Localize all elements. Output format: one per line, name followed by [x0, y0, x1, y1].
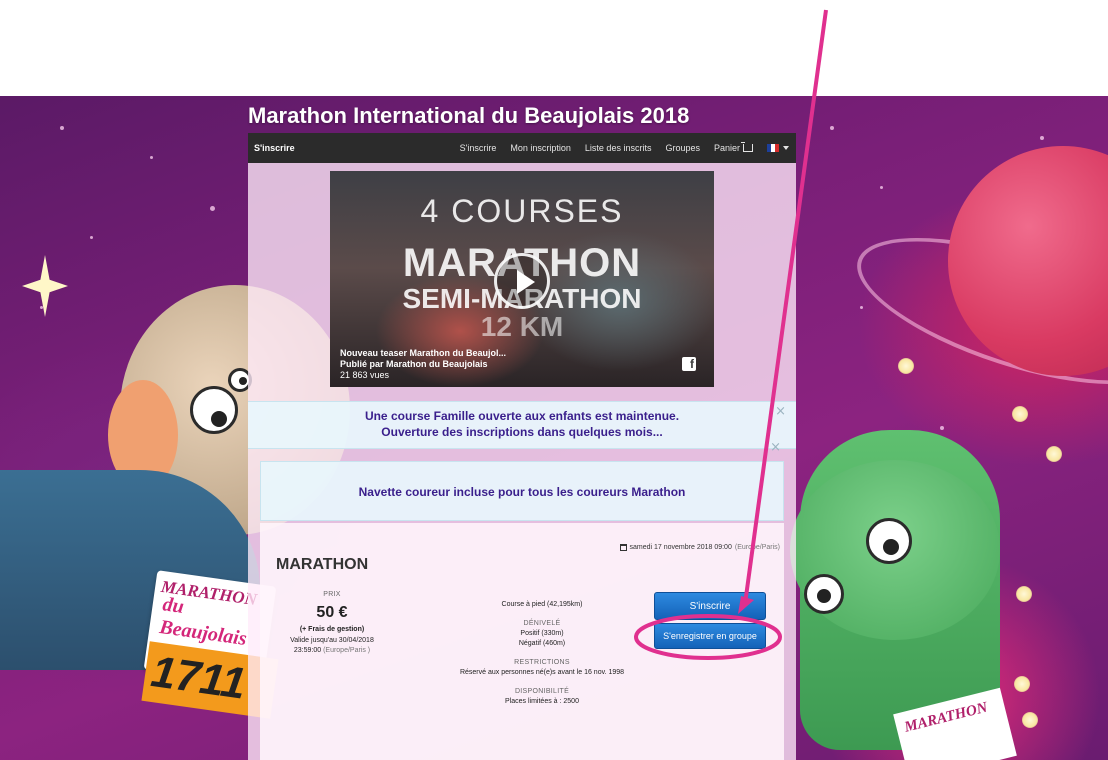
light-bulb-icon	[1012, 406, 1028, 422]
video-text-line: 12 KM	[480, 311, 564, 342]
star-icon	[830, 126, 834, 130]
star-icon	[1040, 136, 1044, 140]
light-bulb-icon	[898, 358, 914, 374]
restrictions-label: RESTRICTIONS	[514, 659, 570, 666]
video-text-line: 4 COURSES	[420, 193, 624, 229]
navbar-brand[interactable]: S'inscrire	[248, 143, 295, 153]
race-date: samedi 17 novembre 2018 09:00 (Europe/Pa…	[619, 544, 780, 551]
race-type: Course à pied (42,195km)	[501, 601, 583, 608]
alert-shuttle: Navette coureur incluse pour tous les co…	[260, 440, 784, 521]
star-icon	[40, 306, 43, 309]
play-icon[interactable]	[494, 253, 550, 309]
alert-text: Ouverture des inscriptions dans quelques…	[381, 425, 663, 439]
elevation-label: DÉNIVELÉ	[523, 620, 561, 627]
facebook-icon[interactable]: f	[682, 357, 696, 371]
main-panel: S'inscrire S'inscrire Mon inscription Li…	[248, 133, 796, 760]
availability-value: Places limitées à : 2500	[505, 698, 579, 705]
video-caption: Nouveau teaser Marathon du Beaujol... Pu…	[340, 348, 506, 381]
star-icon	[860, 306, 863, 309]
star-icon	[210, 206, 215, 211]
language-dropdown[interactable]	[760, 133, 796, 163]
restrictions-value: Réservé aux personnes né(e)s avant le 16…	[459, 669, 625, 676]
alien-left-eye	[190, 386, 238, 434]
navbar-menu: S'inscrire Mon inscription Liste des ins…	[453, 133, 796, 163]
star-icon	[90, 236, 93, 239]
price-fees: (+ Frais de gestion)	[299, 626, 365, 633]
light-bulb-icon	[1046, 446, 1062, 462]
page-title: Marathon International du Beaujolais 201…	[248, 103, 690, 128]
alien-right-eye	[804, 574, 844, 614]
elevation-positive: Positif (330m)	[520, 630, 564, 637]
video-views: 21 863 vues	[340, 370, 390, 380]
nav-item-panier-label: Panier	[713, 143, 740, 153]
nav-item-groupes[interactable]: Groupes	[658, 133, 707, 163]
alert-text: Une course Famille ouverte aux enfants e…	[364, 409, 680, 423]
price-column: PRIX 50 € (+ Frais de gestion) Valide ju…	[270, 591, 394, 656]
light-bulb-icon	[1022, 712, 1038, 728]
light-bulb-icon	[1014, 676, 1030, 692]
close-icon[interactable]: ×	[775, 404, 786, 419]
caret-down-icon	[783, 146, 789, 150]
race-title: MARATHON	[276, 556, 369, 573]
close-icon[interactable]: ×	[770, 440, 781, 455]
register-group-button[interactable]: S'enregistrer en groupe	[654, 623, 766, 649]
star-icon	[940, 426, 944, 430]
star-icon	[60, 126, 64, 130]
price-label: PRIX	[323, 591, 341, 598]
nav-item-sinscrire[interactable]: S'inscrire	[453, 133, 504, 163]
video-title[interactable]: Nouveau teaser Marathon du Beaujol...	[340, 348, 506, 358]
cart-icon	[741, 142, 753, 152]
nav-item-mon-inscription[interactable]: Mon inscription	[503, 133, 578, 163]
sparkle-icon	[22, 255, 68, 317]
calendar-icon	[619, 544, 627, 551]
nav-item-panier[interactable]: Panier	[707, 133, 760, 163]
navbar: S'inscrire S'inscrire Mon inscription Li…	[248, 133, 796, 163]
flag-fr-icon	[767, 144, 779, 152]
race-card: samedi 17 novembre 2018 09:00 (Europe/Pa…	[260, 523, 784, 760]
star-icon	[150, 156, 153, 159]
video-author[interactable]: Publié par Marathon du Beaujolais	[340, 359, 488, 369]
register-button[interactable]: S'inscrire	[654, 592, 766, 620]
alert-family-race: Une course Famille ouverte aux enfants e…	[248, 401, 796, 449]
elevation-negative: Négatif (460m)	[518, 640, 566, 647]
availability-label: DISPONIBILITÉ	[514, 688, 570, 695]
price-validity: Valide jusqu'au 30/04/2018 23:59:00 (Eur…	[290, 637, 374, 654]
price-value: 50 €	[316, 604, 348, 621]
video-player[interactable]: 4 COURSES MARATHON SEMI-MARATHON 12 KM N…	[330, 171, 714, 387]
nav-item-liste-inscrits[interactable]: Liste des inscrits	[578, 133, 659, 163]
race-info-column: Course à pied (42,195km) DÉNIVELÉ Positi…	[420, 591, 664, 707]
alert-text: Navette coureur incluse pour tous les co…	[358, 485, 686, 499]
alien-right-eye	[866, 518, 912, 564]
star-icon	[880, 186, 883, 189]
light-bulb-icon	[1016, 586, 1032, 602]
